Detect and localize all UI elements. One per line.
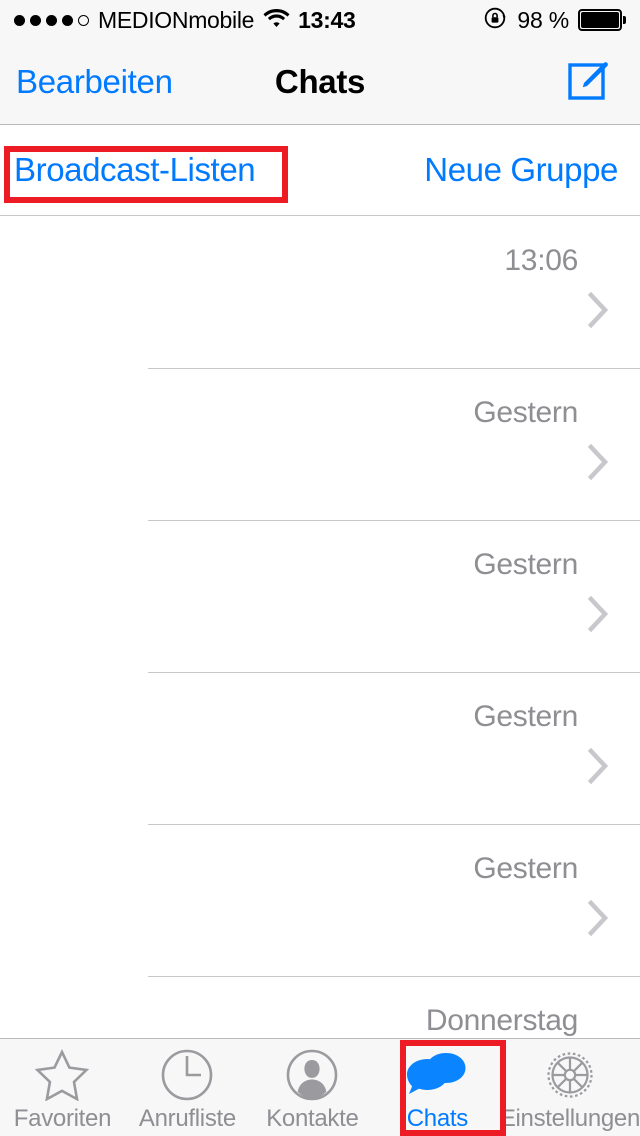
signal-dot-3 <box>46 14 57 26</box>
chevron-right-icon <box>588 292 610 328</box>
signal-dot-1 <box>14 14 25 26</box>
table-row[interactable]: Gestern <box>0 368 640 520</box>
list-action-row: Broadcast-Listen Neue Gruppe <box>0 125 640 216</box>
tab-kontakte[interactable]: Kontakte <box>250 1039 375 1136</box>
chat-timestamp: Gestern <box>473 700 578 733</box>
carrier-name: MEDIONmobile <box>98 6 255 33</box>
navigation-bar: Bearbeiten Chats <box>0 40 640 125</box>
table-row[interactable]: 13:06 <box>0 216 640 368</box>
compose-button[interactable] <box>564 55 618 109</box>
battery-percentage: 98 % <box>517 6 569 33</box>
rotation-lock-icon <box>484 6 508 35</box>
signal-dot-2 <box>30 14 41 26</box>
chevron-right-icon <box>588 444 610 480</box>
status-bar-right: 98 % <box>484 0 626 40</box>
chevron-right-icon <box>588 900 610 936</box>
signal-dot-5 <box>78 14 89 26</box>
tab-label: Chats <box>406 1105 469 1132</box>
clock-icon <box>160 1047 214 1103</box>
status-bar-clock: 13:43 <box>298 6 356 33</box>
signal-dot-4 <box>62 14 73 26</box>
tab-chats[interactable]: Chats <box>375 1039 500 1136</box>
table-row[interactable]: Gestern <box>0 520 640 672</box>
iphone-screen: MEDIONmobile 13:43 98 % Bearbeiten Chats… <box>0 0 640 1136</box>
battery-full-icon <box>578 9 626 31</box>
page-title: Chats <box>274 63 366 100</box>
tab-einstellungen[interactable]: Einstellungen <box>500 1039 640 1136</box>
chat-timestamp: 13:06 <box>504 244 578 277</box>
table-row[interactable]: Donnerstag <box>0 976 640 1039</box>
signal-strength-dots <box>14 14 89 26</box>
chat-timestamp: Gestern <box>473 548 578 581</box>
wifi-icon <box>263 8 290 33</box>
tab-bar: Favoriten Anrufliste Kontakte Chats Eins… <box>0 1038 640 1136</box>
chat-bubbles-icon <box>406 1047 468 1103</box>
chevron-right-icon <box>588 748 610 784</box>
status-bar: MEDIONmobile 13:43 98 % <box>0 0 640 40</box>
chat-timestamp: Gestern <box>473 396 578 429</box>
table-row[interactable]: Gestern <box>0 824 640 976</box>
tab-favoriten[interactable]: Favoriten <box>0 1039 125 1136</box>
tab-label: Favoriten <box>13 1105 112 1132</box>
tab-anrufliste[interactable]: Anrufliste <box>125 1039 250 1136</box>
table-row[interactable]: Gestern <box>0 672 640 824</box>
new-group-button[interactable]: Neue Gruppe <box>424 151 618 189</box>
tab-label: Anrufliste <box>138 1105 236 1132</box>
star-icon <box>35 1047 90 1103</box>
chat-timestamp: Donnerstag <box>425 1004 578 1037</box>
status-bar-left: MEDIONmobile 13:43 <box>14 6 356 34</box>
compose-icon <box>565 54 617 111</box>
broadcast-lists-button[interactable]: Broadcast-Listen <box>14 151 256 189</box>
person-icon <box>285 1047 339 1103</box>
chat-list[interactable]: 13:06 Gestern Gestern Gestern Gestern Do… <box>0 216 640 1039</box>
tab-label: Kontakte <box>266 1105 359 1132</box>
gear-icon <box>542 1047 598 1103</box>
chevron-right-icon <box>588 596 610 632</box>
chat-timestamp: Gestern <box>473 852 578 885</box>
tab-label: Einstellungen <box>499 1105 640 1132</box>
